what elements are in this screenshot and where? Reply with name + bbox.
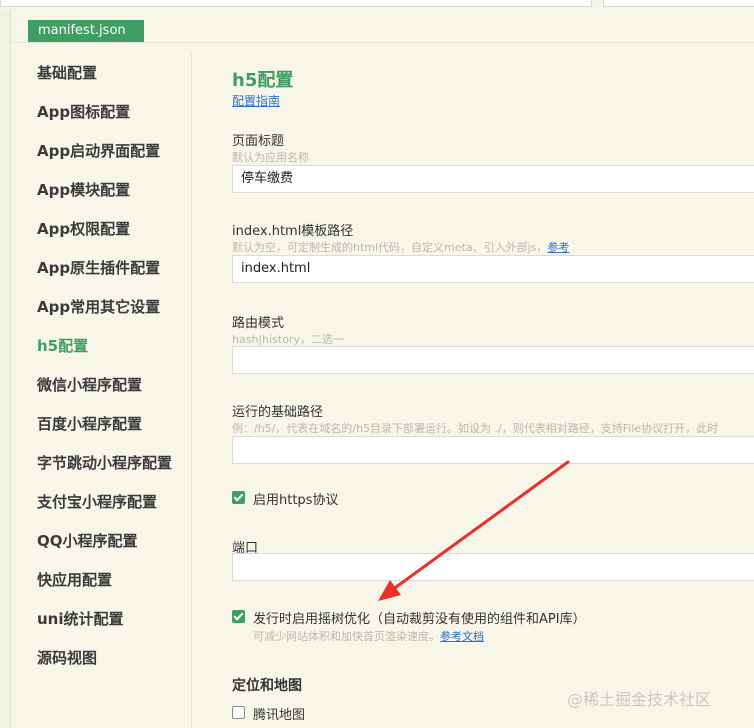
page-title: h5配置	[232, 70, 294, 91]
sidebar-item-h5[interactable]: h5配置	[37, 335, 88, 357]
sidebar-item-app-other[interactable]: App常用其它设置	[37, 296, 160, 318]
sidebar-item-basic[interactable]: 基础配置	[37, 62, 97, 84]
sidebar-item-alipay-mp[interactable]: 支付宝小程序配置	[37, 491, 157, 513]
base-path-label: 运行的基础路径	[232, 405, 324, 420]
sidebar-item-uni-stat[interactable]: uni统计配置	[37, 608, 124, 630]
base-path-input[interactable]	[232, 436, 754, 464]
sidebar-item-baidu-mp[interactable]: 百度小程序配置	[37, 413, 142, 435]
router-mode-label: 路由模式	[232, 316, 285, 331]
router-mode-input[interactable]	[232, 346, 754, 374]
sidebar-item-toutiao-mp[interactable]: 字节跳动小程序配置	[37, 452, 172, 474]
https-checkbox[interactable]	[232, 491, 245, 504]
sidebar-divider	[191, 52, 192, 728]
settings-sidebar: 基础配置 App图标配置 App启动界面配置 App模块配置 App权限配置 A…	[10, 52, 190, 728]
page-title-input[interactable]: 停车缴费	[232, 165, 754, 193]
watermark: @稀土掘金技术社区	[567, 690, 712, 709]
tencent-map-checkbox[interactable]	[232, 706, 245, 719]
template-path-label: index.html模板路径	[232, 224, 354, 239]
template-path-input[interactable]: index.html	[232, 255, 754, 283]
template-path-hint: 默认为空，可定制生成的html代码，自定义meta、引入外部js，参考	[232, 239, 569, 255]
template-path-hint-text: 默认为空，可定制生成的html代码，自定义meta、引入外部js，	[232, 241, 548, 254]
sidebar-item-source-view[interactable]: 源码视图	[37, 647, 97, 669]
https-label: 启用https协议	[253, 493, 339, 508]
config-guide-link[interactable]: 配置指南	[232, 92, 280, 109]
tree-shaking-hint-text: 可减少网站体积和加快首页渲染速度。	[253, 630, 440, 643]
tree-shaking-checkbox[interactable]	[232, 610, 245, 623]
tencent-map-label: 腾讯地图	[253, 708, 306, 723]
tree-shaking-hint: 可减少网站体积和加快首页渲染速度。参考文档	[253, 628, 484, 644]
location-map-section-title: 定位和地图	[232, 678, 302, 694]
port-input[interactable]	[232, 553, 754, 581]
router-mode-hint: hash|history，二选一	[232, 333, 344, 346]
tree-shaking-docs-link[interactable]: 参考文档	[440, 630, 484, 643]
sidebar-item-weixin-mp[interactable]: 微信小程序配置	[37, 374, 142, 396]
sidebar-item-quickapp[interactable]: 快应用配置	[37, 569, 112, 591]
base-path-hint: 例：/h5/，代表在域名的/h5目录下部署运行。如设为 ./，则代表相对路径，支…	[232, 422, 719, 435]
tab-manifest-json[interactable]: manifest.json	[28, 20, 144, 42]
page-title-hint: 默认为应用名称	[232, 151, 309, 164]
sidebar-item-app-splash[interactable]: App启动界面配置	[37, 140, 160, 162]
sidebar-item-app-modules[interactable]: App模块配置	[37, 179, 130, 201]
h5-settings-panel: h5配置 配置指南 页面标题 默认为应用名称 停车缴费 index.html模板…	[232, 0, 754, 728]
template-reference-link[interactable]: 参考	[547, 241, 569, 254]
page-title-label: 页面标题	[232, 134, 285, 149]
sidebar-item-app-native-plugins[interactable]: App原生插件配置	[37, 257, 160, 279]
tree-shaking-label: 发行时启用摇树优化（自动裁剪没有使用的组件和API库）	[253, 612, 586, 627]
sidebar-item-app-permissions[interactable]: App权限配置	[37, 218, 130, 240]
sidebar-item-app-icon[interactable]: App图标配置	[37, 101, 130, 123]
sidebar-item-qq-mp[interactable]: QQ小程序配置	[37, 530, 138, 552]
